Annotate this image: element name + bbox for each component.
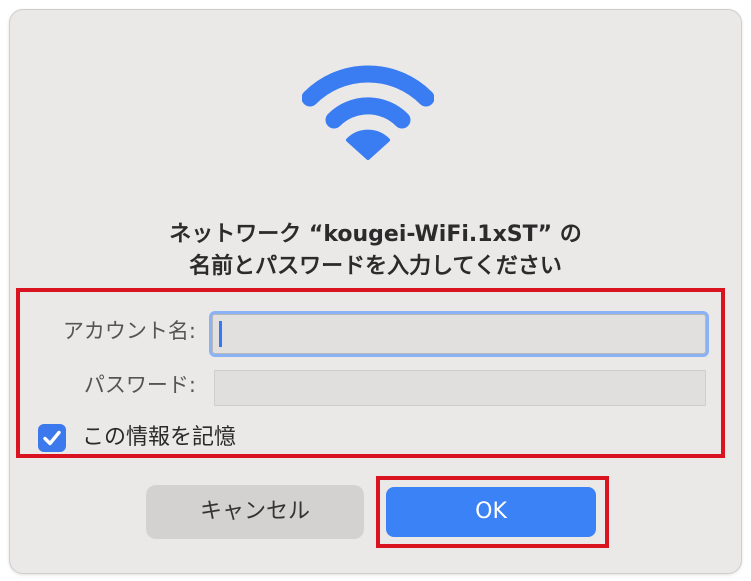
text-caret (219, 321, 222, 347)
password-input[interactable] (214, 370, 706, 406)
account-name-label: アカウント名: (62, 319, 196, 343)
remember-checkbox[interactable] (38, 424, 66, 452)
account-name-input[interactable] (212, 314, 706, 354)
remember-label: この情報を記憶 (82, 425, 237, 450)
wifi-icon (302, 65, 434, 160)
password-label: パスワード: (83, 373, 196, 397)
cancel-button[interactable]: キャンセル (146, 485, 364, 539)
checkmark-icon (43, 430, 61, 446)
dialog-title-line1: ネットワーク “kougei-WiFi.1xST” の (169, 222, 582, 247)
dialog-title-line2: 名前とパスワードを入力してください (189, 254, 562, 279)
ok-button[interactable]: OK (386, 487, 596, 537)
